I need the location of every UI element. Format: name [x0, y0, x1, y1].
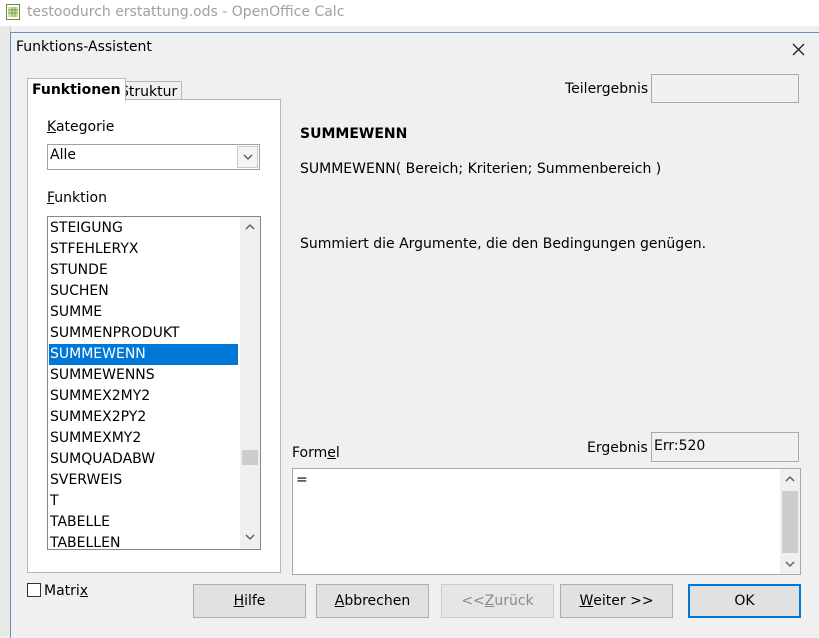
- function-description: Summiert die Argumente, die den Bedingun…: [300, 236, 707, 252]
- formel-label: Formel: [292, 445, 340, 461]
- list-item[interactable]: SUMMEX2MY2: [49, 386, 238, 407]
- list-item[interactable]: STUNDE: [49, 260, 238, 281]
- function-syntax: SUMMEWENN( Bereich; Kriterien; Summenber…: [300, 161, 662, 177]
- help-button-label: H: [233, 593, 245, 609]
- ergebnis-field: Err:520: [651, 432, 799, 462]
- chevron-down-icon: [245, 534, 255, 540]
- list-item-selected[interactable]: SUMMEWENN: [49, 344, 238, 365]
- function-name: SUMMEWENN: [300, 126, 408, 142]
- scroll-thumb[interactable]: [782, 491, 798, 553]
- functions-tab-panel: Kategorie Alle Funktion STEIGUNG STFEHLE…: [27, 99, 281, 573]
- next-button-label: W: [579, 593, 594, 609]
- back-button-label: Z: [484, 593, 495, 609]
- function-label-rest: unktion: [54, 190, 107, 206]
- close-icon: [792, 43, 804, 55]
- teilergebnis-label: Teilergebnis: [565, 81, 649, 97]
- list-item[interactable]: SVERWEIS: [49, 470, 238, 491]
- scroll-down-button[interactable]: [240, 527, 260, 547]
- scroll-up-button[interactable]: [780, 469, 800, 489]
- category-label: Kategorie: [47, 119, 115, 135]
- category-label-rest: ategorie: [55, 119, 115, 135]
- scroll-thumb[interactable]: [242, 450, 258, 465]
- back-button[interactable]: << Zurück: [441, 584, 554, 618]
- formula-text: =: [296, 472, 308, 488]
- list-item[interactable]: STFEHLERYX: [49, 239, 238, 260]
- list-item[interactable]: STEIGUNG: [49, 218, 238, 239]
- list-item[interactable]: TABELLE: [49, 512, 238, 533]
- tab-funktionen[interactable]: Funktionen: [27, 78, 126, 101]
- app-title-bar: testoodurch erstattung.ods - OpenOffice …: [0, 0, 819, 26]
- list-item[interactable]: SUMMEX2PY2: [49, 407, 238, 428]
- list-item[interactable]: SUCHEN: [49, 281, 238, 302]
- formula-input[interactable]: =: [292, 468, 801, 575]
- function-list-scrollbar[interactable]: [240, 217, 260, 549]
- list-item[interactable]: T: [49, 491, 238, 512]
- scroll-down-button[interactable]: [780, 554, 800, 574]
- function-wizard-dialog: Funktions-Assistent Funktionen Struktur …: [10, 32, 819, 638]
- ergebnis-value: Err:520: [654, 438, 706, 454]
- chevron-up-icon: [245, 224, 255, 230]
- cancel-button-label: A: [334, 593, 345, 609]
- app-title: testoodurch erstattung.ods - OpenOffice …: [27, 4, 345, 20]
- function-label: Funktion: [47, 190, 107, 206]
- ok-button[interactable]: OK: [688, 584, 801, 618]
- category-value: Alle: [50, 147, 76, 163]
- formula-scrollbar[interactable]: [780, 469, 800, 574]
- teilergebnis-field: [651, 74, 799, 103]
- cancel-button[interactable]: Abbrechen: [316, 584, 429, 618]
- matrix-checkbox[interactable]: [27, 583, 41, 597]
- list-item[interactable]: SUMMENPRODUKT: [49, 323, 238, 344]
- chevron-down-icon: [785, 561, 795, 567]
- close-button[interactable]: [783, 35, 813, 63]
- next-button[interactable]: Weiter >>: [560, 584, 673, 618]
- category-select[interactable]: Alle: [47, 144, 260, 170]
- dialog-title: Funktions-Assistent: [16, 39, 152, 55]
- list-item[interactable]: SUMQUADABW: [49, 449, 238, 470]
- ergebnis-label: Ergebnis: [587, 440, 648, 456]
- chevron-down-icon: [243, 154, 252, 160]
- scroll-up-button[interactable]: [240, 217, 260, 237]
- list-item[interactable]: SUMME: [49, 302, 238, 323]
- list-item[interactable]: SUMMEWENNS: [49, 365, 238, 386]
- matrix-label: Matrix: [44, 583, 89, 599]
- help-button[interactable]: Hilfe: [193, 584, 306, 618]
- list-item[interactable]: TABELLEN: [49, 533, 238, 549]
- chevron-up-icon: [785, 476, 795, 482]
- category-dropdown-button[interactable]: [237, 146, 258, 168]
- calc-document-icon: [6, 4, 20, 20]
- list-item[interactable]: SUMMEXMY2: [49, 428, 238, 449]
- function-list[interactable]: STEIGUNG STFEHLERYX STUNDE SUCHEN SUMME …: [47, 216, 261, 550]
